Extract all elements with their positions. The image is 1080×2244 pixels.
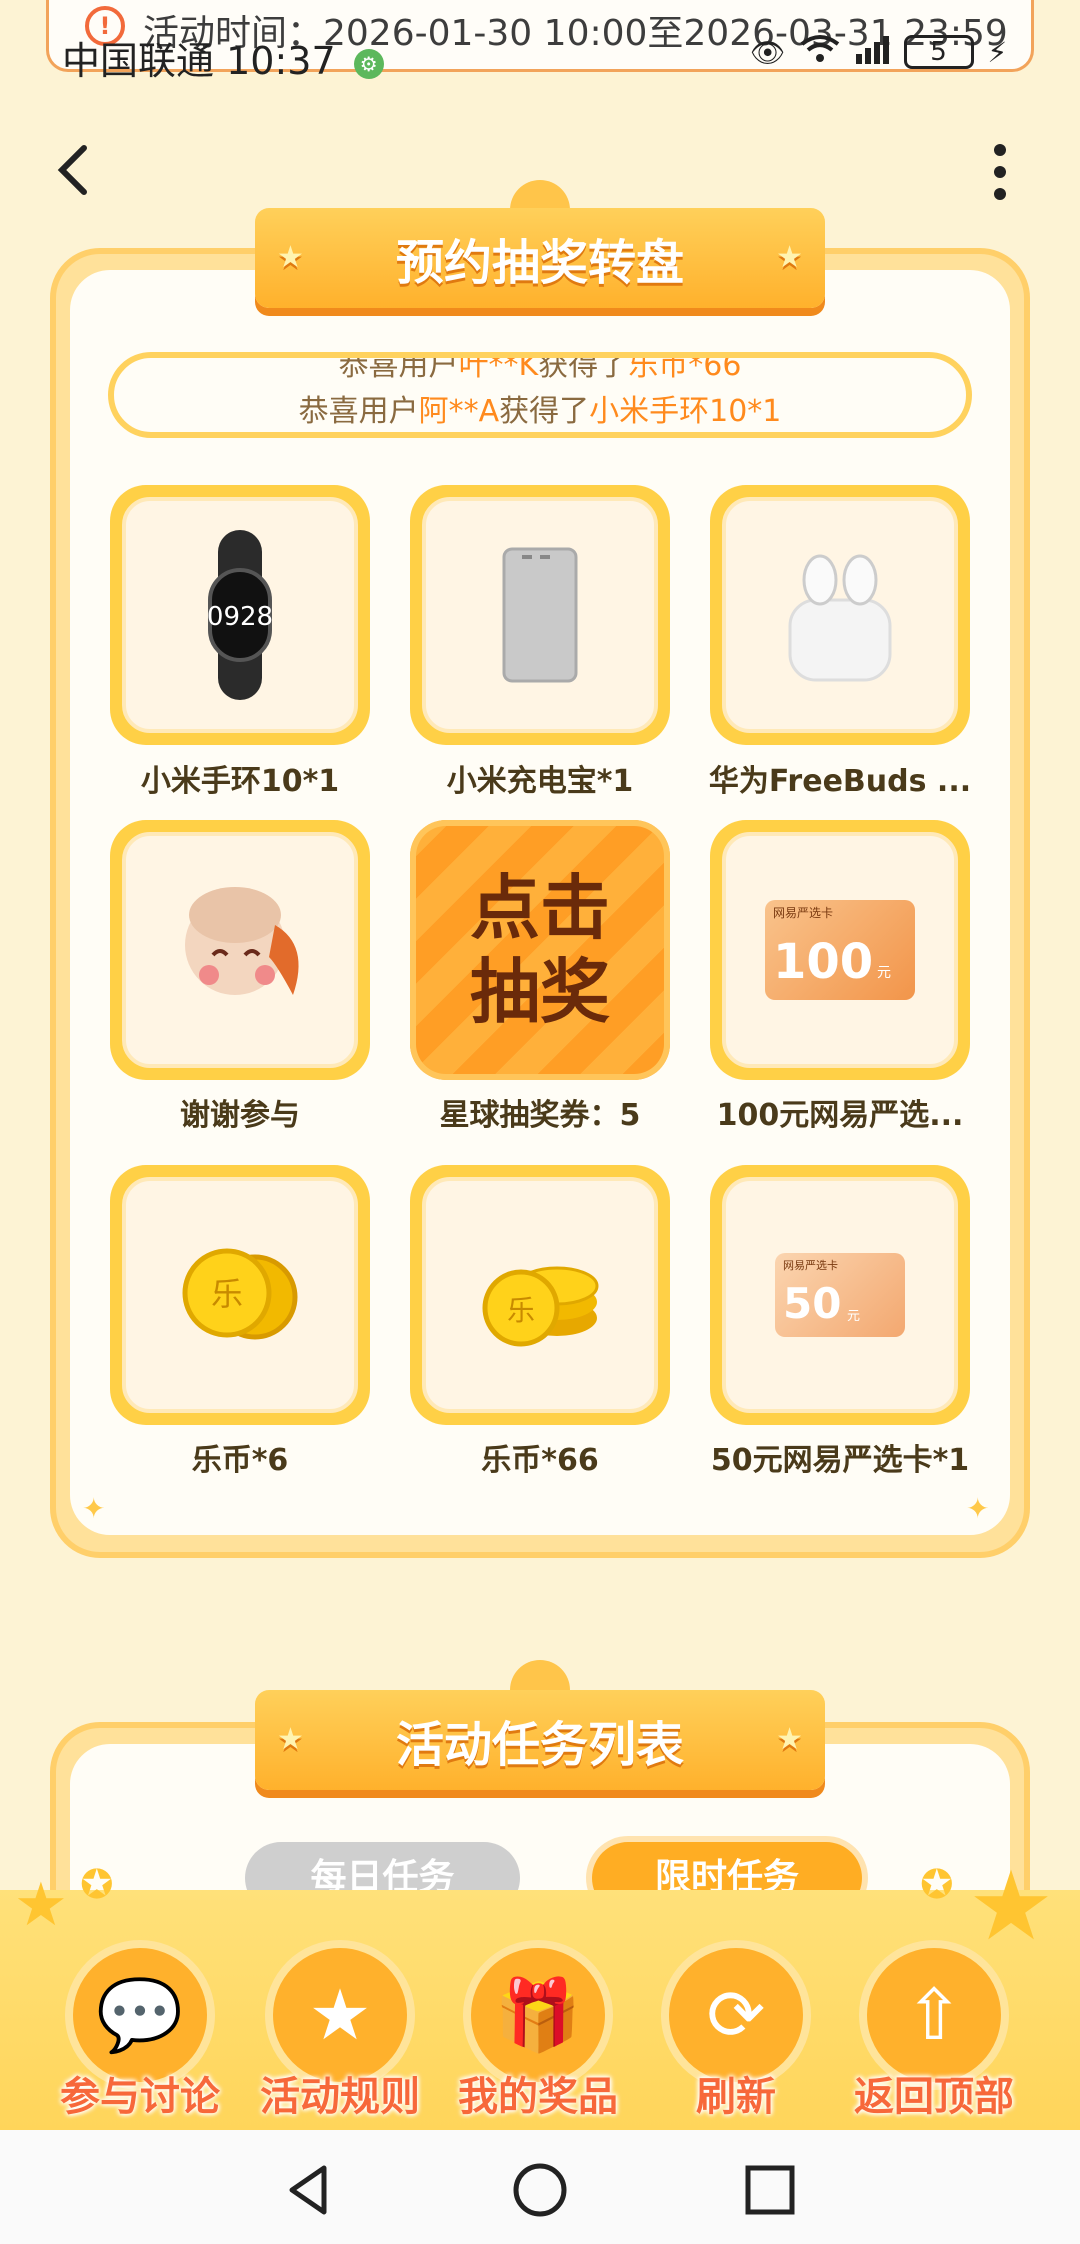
gift-card-50-icon: 网易严选卡 50 元 [775, 1253, 905, 1337]
svg-text:0928: 0928 [207, 602, 273, 632]
prize-cell: 网易严选卡 100 元 [710, 820, 970, 1080]
lottery-title: 预约抽奖转盘 [395, 235, 684, 291]
discuss-button[interactable]: 💬 参与讨论 [60, 1940, 220, 2122]
prize-cell [710, 485, 970, 745]
refresh-button[interactable]: ⟳ 刷新 [656, 1940, 816, 2122]
prize-cell: 乐 [110, 1165, 370, 1425]
nav-back-icon[interactable] [280, 2160, 340, 2220]
more-options-button[interactable] [994, 144, 1008, 204]
power-bank-icon [502, 547, 578, 683]
prize-label: 乐币*66 [481, 1443, 599, 1478]
ticker-line: 恭喜用户叶**K获得了乐币*66 [338, 352, 742, 383]
sparkle-icon: ✦ [966, 1492, 990, 1525]
gift-card-100-icon: 网易严选卡 100 元 [765, 900, 915, 1000]
sparkle-icon: ✦ [82, 1492, 106, 1525]
star-decoration-icon: ✪ [80, 1862, 114, 1908]
tasks-title: 活动任务列表 [395, 1717, 684, 1773]
coin-stack-icon: 乐 [482, 1266, 599, 1347]
prize-label: 谢谢参与 [180, 1098, 300, 1133]
more-vertical-icon [994, 144, 1006, 156]
tasks-title-ribbon: ★ 活动任务列表 ★ [255, 1690, 825, 1790]
svg-text:乐: 乐 [507, 1294, 535, 1327]
coins-icon: 乐 [182, 1248, 298, 1340]
nav-home-icon[interactable] [510, 2160, 570, 2220]
rules-button[interactable]: ★ 活动规则 [260, 1940, 420, 2122]
lottery-title-ribbon: ★ 预约抽奖转盘 ★ [255, 208, 825, 308]
status-bar-right: 👁 5 ⚡ [750, 32, 1007, 72]
prize-label: 华为FreeBuds ... [708, 764, 972, 799]
nav-recents-icon[interactable] [740, 2160, 800, 2220]
eye-icon: 👁 [750, 35, 786, 69]
wifi-icon [800, 34, 840, 71]
back-to-top-button[interactable]: ⇧ 返回顶部 [854, 1940, 1014, 2122]
settings-gear-icon: ⚙ [353, 48, 384, 79]
star-icon: ★ [277, 1722, 304, 1757]
prize-label: 100元网易严选... [716, 1098, 964, 1133]
prize-label: 小米手环10*1 [140, 764, 340, 799]
star-icon: ★ [277, 240, 304, 275]
back-button[interactable] [52, 140, 92, 211]
star-decoration-icon: ✪ [920, 1862, 954, 1908]
charging-icon: ⚡ [987, 35, 1008, 69]
clock: 10:37 [226, 39, 336, 83]
winner-ticker: 恭喜用户叶**K获得了乐币*66 恭喜用户阿**A获得了小米手环10*1 [108, 352, 972, 438]
prize-label: 50元网易严选卡*1 [710, 1443, 970, 1478]
prize-cell: 乐 [410, 1165, 670, 1425]
star-decoration-icon: ★ [14, 1870, 68, 1940]
star-icon: ★ [776, 240, 803, 275]
prize-label: 小米充电宝*1 [446, 764, 634, 799]
system-navigation-bar [0, 2130, 1080, 2244]
my-prizes-button[interactable]: 🎁 我的奖品 [458, 1940, 618, 2122]
draw-button[interactable]: 点击 抽奖 [410, 820, 670, 1080]
signal-icon [854, 34, 890, 71]
battery-icon: 5 [903, 35, 974, 69]
prize-label: 乐币*6 [191, 1443, 289, 1478]
carrier-name: 中国联通 [62, 39, 215, 83]
star-icon: ★ [776, 1722, 803, 1757]
prize-cell [410, 485, 670, 745]
chevron-left-icon [57, 145, 87, 195]
prize-cell: 0928 [110, 485, 370, 745]
mascot-icon [185, 887, 299, 995]
svg-text:乐: 乐 [211, 1275, 243, 1313]
status-bar-left: 中国联通 10:37 ⚙ [62, 30, 384, 85]
smart-band-icon: 0928 [207, 530, 273, 700]
draw-ticket-count: 星球抽奖券：5 [439, 1098, 641, 1133]
earbuds-icon [788, 554, 892, 682]
ticker-line: 恭喜用户阿**A获得了小米手环10*1 [298, 394, 782, 429]
prize-cell: 网易严选卡 50 元 [710, 1165, 970, 1425]
prize-cell [110, 820, 370, 1080]
